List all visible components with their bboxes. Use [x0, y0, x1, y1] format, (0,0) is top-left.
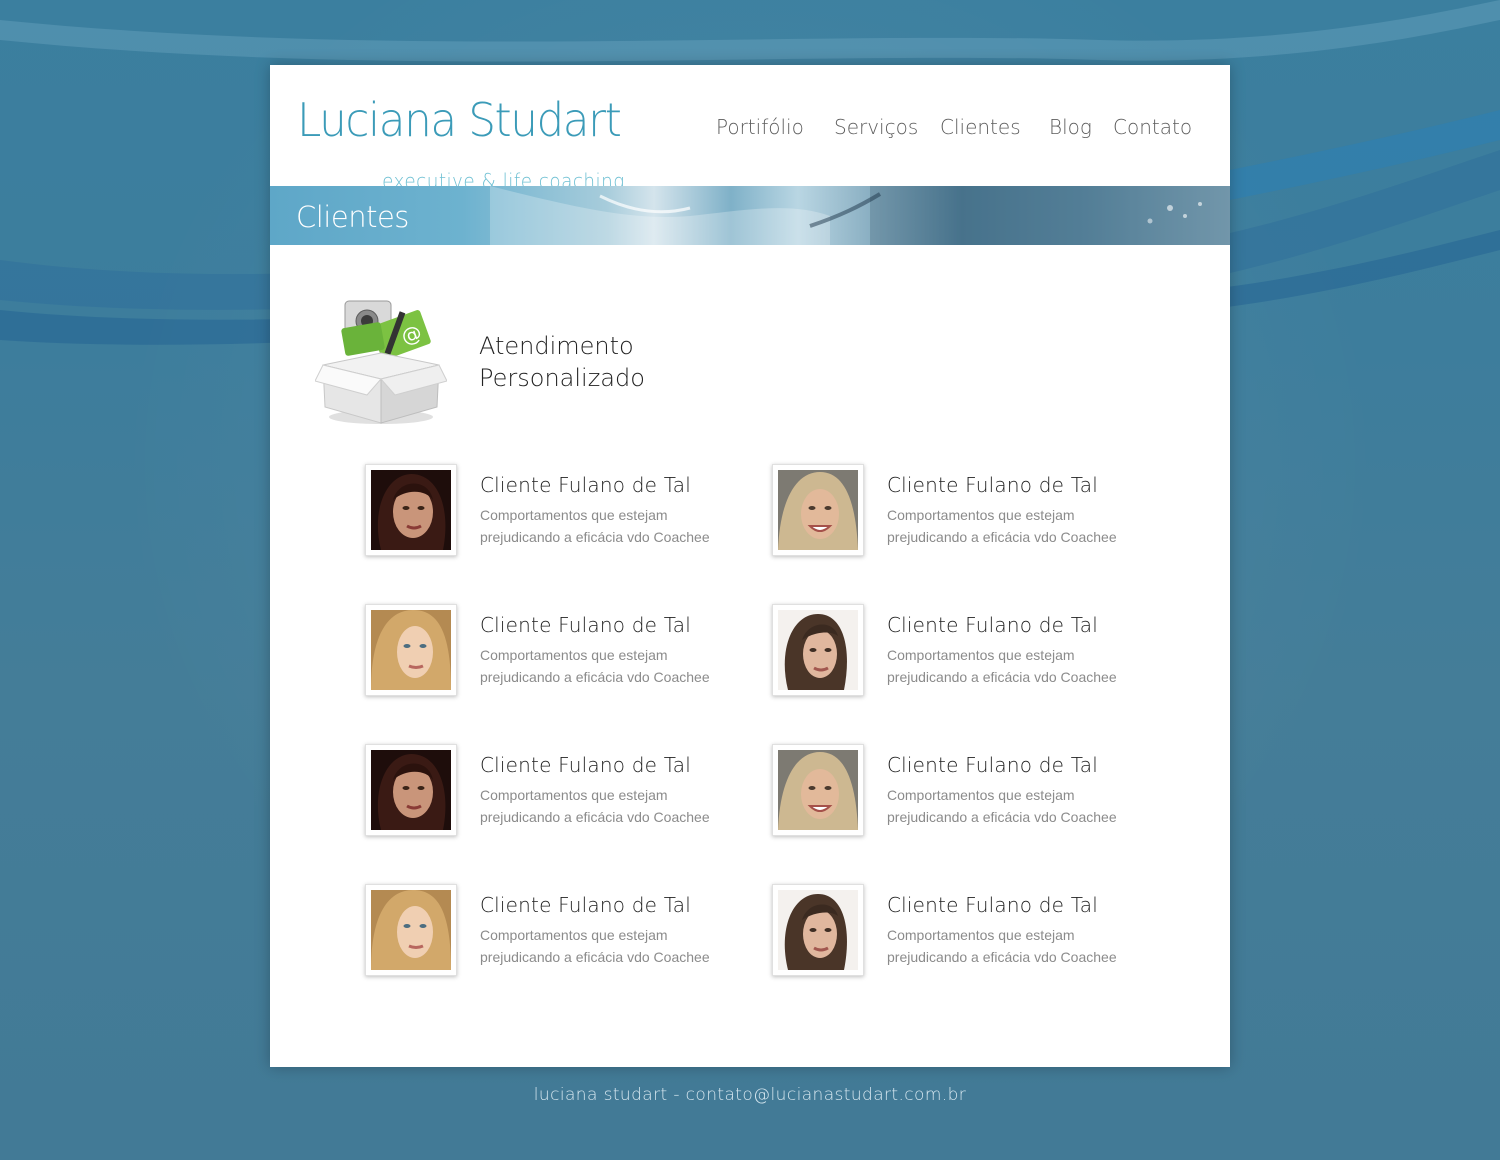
client-description-line2: prejudicando a eficácia vdo Coachee — [480, 669, 710, 685]
client-description-line2: prejudicando a eficácia vdo Coachee — [887, 809, 1117, 825]
client-description: Comportamentos que estejam prejudicando … — [887, 784, 1157, 828]
client-description: Comportamentos que estejam prejudicando … — [480, 644, 750, 688]
client-description-line2: prejudicando a eficácia vdo Coachee — [887, 669, 1117, 685]
avatar-frame[interactable] — [365, 744, 457, 836]
list-item: Cliente Fulano de Tal Comportamentos que… — [365, 604, 745, 704]
list-item: Cliente Fulano de Tal Comportamentos que… — [365, 464, 745, 564]
client-description-line1: Comportamentos que estejam — [480, 647, 668, 663]
avatar — [778, 890, 858, 970]
client-description-line2: prejudicando a eficácia vdo Coachee — [887, 949, 1117, 965]
list-item: Cliente Fulano de Tal Comportamentos que… — [772, 884, 1152, 984]
client-name[interactable]: Cliente Fulano de Tal — [480, 753, 691, 777]
nav-item-portifolio[interactable]: Portifólio — [716, 115, 804, 139]
client-description-line2: prejudicando a eficácia vdo Coachee — [480, 949, 710, 965]
client-description-line1: Comportamentos que estejam — [887, 927, 1075, 943]
list-item: Cliente Fulano de Tal Comportamentos que… — [772, 744, 1152, 844]
main-nav: Portifólio Serviços Clientes Blog Contat… — [270, 115, 1230, 145]
client-name[interactable]: Cliente Fulano de Tal — [887, 753, 1098, 777]
avatar — [778, 470, 858, 550]
feature-title-line1: Atendimento — [479, 332, 634, 360]
client-description: Comportamentos que estejam prejudicando … — [480, 504, 750, 548]
avatar — [778, 610, 858, 690]
avatar — [778, 750, 858, 830]
avatar-frame[interactable] — [772, 884, 864, 976]
avatar-frame[interactable] — [772, 744, 864, 836]
avatar-frame[interactable] — [772, 604, 864, 696]
feature-title: Atendimento Personalizado — [479, 330, 645, 394]
client-name[interactable]: Cliente Fulano de Tal — [480, 893, 691, 917]
client-description-line1: Comportamentos que estejam — [480, 507, 668, 523]
nav-item-servicos[interactable]: Serviços — [834, 115, 918, 139]
list-item: Cliente Fulano de Tal Comportamentos que… — [772, 464, 1152, 564]
client-name[interactable]: Cliente Fulano de Tal — [887, 893, 1098, 917]
client-description: Comportamentos que estejam prejudicando … — [887, 924, 1157, 968]
client-description-line1: Comportamentos que estejam — [887, 647, 1075, 663]
client-description: Comportamentos que estejam prejudicando … — [480, 924, 750, 968]
client-description-line1: Comportamentos que estejam — [480, 787, 668, 803]
box-with-items-icon: @ — [314, 295, 448, 430]
client-description-line1: Comportamentos que estejam — [480, 927, 668, 943]
client-description-line1: Comportamentos que estejam — [887, 507, 1075, 523]
avatar — [371, 750, 451, 830]
client-name[interactable]: Cliente Fulano de Tal — [480, 473, 691, 497]
avatar-frame[interactable] — [365, 884, 457, 976]
nav-item-contato[interactable]: Contato — [1113, 115, 1192, 139]
avatar-frame[interactable] — [365, 464, 457, 556]
list-item: Cliente Fulano de Tal Comportamentos que… — [365, 744, 745, 844]
client-name[interactable]: Cliente Fulano de Tal — [887, 473, 1098, 497]
avatar — [371, 890, 451, 970]
client-description: Comportamentos que estejam prejudicando … — [887, 504, 1157, 548]
water-texture-image — [490, 186, 1230, 245]
feature-title-line2: Personalizado — [479, 364, 645, 392]
client-description-line2: prejudicando a eficácia vdo Coachee — [480, 809, 710, 825]
avatar-frame[interactable] — [772, 464, 864, 556]
avatar-frame[interactable] — [365, 604, 457, 696]
content-card: Luciana Studart executive & life coachin… — [270, 65, 1230, 1067]
nav-item-blog[interactable]: Blog — [1049, 115, 1092, 139]
client-description: Comportamentos que estejam prejudicando … — [480, 784, 750, 828]
avatar — [371, 470, 451, 550]
page-title: Clientes — [296, 200, 409, 234]
client-description: Comportamentos que estejam prejudicando … — [887, 644, 1157, 688]
client-name[interactable]: Cliente Fulano de Tal — [480, 613, 691, 637]
client-name[interactable]: Cliente Fulano de Tal — [887, 613, 1098, 637]
footer-contact: luciana studart - contato@lucianastudart… — [533, 1085, 967, 1105]
list-item: Cliente Fulano de Tal Comportamentos que… — [365, 884, 745, 984]
avatar — [371, 610, 451, 690]
nav-item-clientes[interactable]: Clientes — [940, 115, 1021, 139]
list-item: Cliente Fulano de Tal Comportamentos que… — [772, 604, 1152, 704]
page-banner: Clientes — [270, 186, 1230, 245]
client-description-line2: prejudicando a eficácia vdo Coachee — [887, 529, 1117, 545]
client-description-line1: Comportamentos que estejam — [887, 787, 1075, 803]
client-description-line2: prejudicando a eficácia vdo Coachee — [480, 529, 710, 545]
